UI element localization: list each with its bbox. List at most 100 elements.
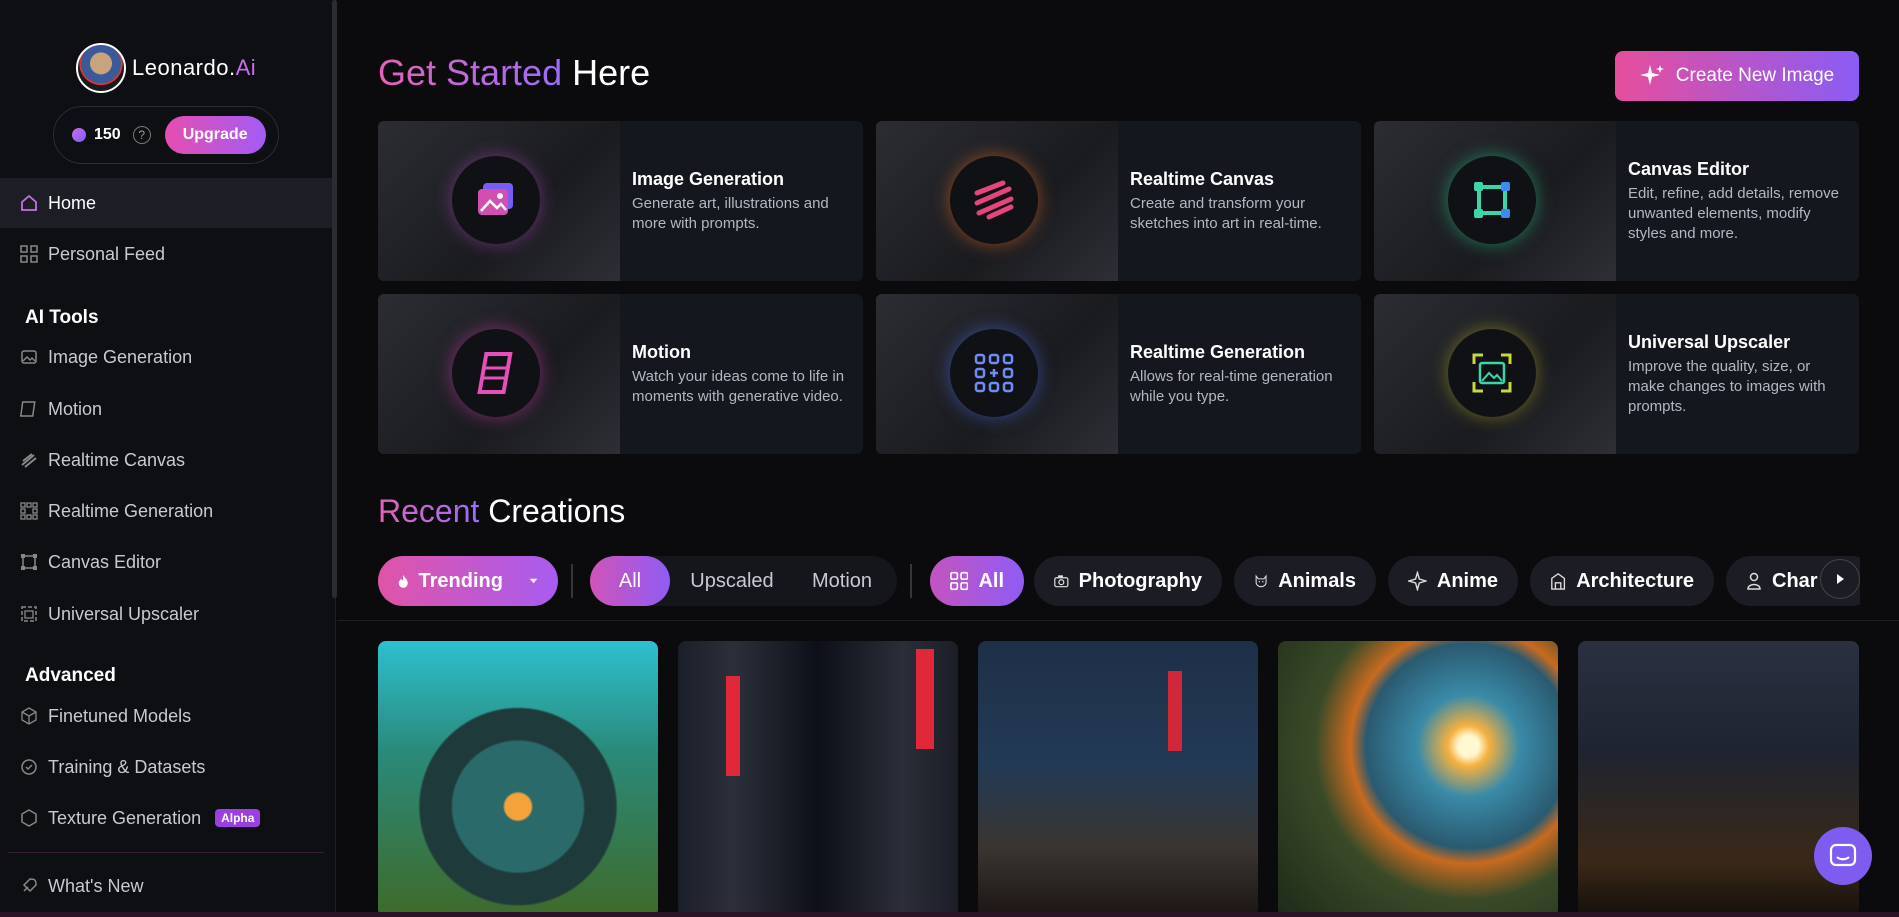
creation-image[interactable] <box>978 641 1258 917</box>
main-content: Get Started Here Create New Image Image … <box>337 0 1899 917</box>
category-anime[interactable]: Anime <box>1388 556 1518 606</box>
nav-label: Home <box>48 192 97 213</box>
token-icon <box>72 128 86 142</box>
cube-icon <box>21 707 37 725</box>
film-strip-icon <box>477 352 513 394</box>
canvas-frame-icon <box>1474 182 1510 218</box>
training-icon <box>21 759 37 775</box>
image-gallery-icon <box>478 183 513 215</box>
brand-avatar <box>76 43 126 93</box>
neon-sign <box>1168 671 1182 751</box>
create-button-label: Create New Image <box>1675 65 1835 86</box>
sort-label: Trending <box>418 569 503 592</box>
nav-finetuned-models[interactable]: Finetuned Models <box>0 691 332 741</box>
card-motion[interactable]: Motion Watch your ideas come to life in … <box>378 294 863 454</box>
card-description: Watch your ideas come to life in moments… <box>632 367 845 405</box>
category-all[interactable]: All <box>930 556 1024 606</box>
category-label: Photography <box>1078 569 1202 592</box>
category-label: Animals <box>1278 569 1356 592</box>
filter-bar: Trending All Upscaled Motion All Photogr… <box>378 556 1860 606</box>
star-sparkle-icon <box>1408 571 1427 591</box>
card-universal-upscaler[interactable]: Universal Upscaler Improve the quality, … <box>1374 294 1859 454</box>
create-new-image-button[interactable]: Create New Image <box>1615 51 1859 101</box>
card-canvas-editor[interactable]: Canvas Editor Edit, refine, add details,… <box>1374 121 1859 281</box>
brush-stroke-icon <box>974 180 1014 220</box>
chat-icon <box>1829 843 1857 867</box>
card-title: Universal Upscaler <box>1628 331 1791 352</box>
card-description: Generate art, illustrations and more wit… <box>632 194 829 232</box>
nav-training-datasets[interactable]: Training & Datasets <box>0 742 332 792</box>
brand-logo[interactable]: Leonardo.Ai <box>76 42 256 94</box>
nav-universal-upscaler[interactable]: Universal Upscaler <box>0 589 332 639</box>
nav-whats-new[interactable]: What's New <box>0 861 332 911</box>
type-filter-all[interactable]: All <box>590 556 670 606</box>
nav-label: Texture Generation <box>48 807 202 828</box>
type-filter-upscaled[interactable]: Upscaled <box>676 556 788 606</box>
creation-image[interactable] <box>378 641 658 917</box>
canvas-icon <box>21 554 37 570</box>
card-image-generation[interactable]: Image Generation Generate art, illustrat… <box>378 121 863 281</box>
category-animals[interactable]: Animals <box>1234 556 1376 606</box>
nav-label: Universal Upscaler <box>48 603 200 624</box>
type-segmented-control: All Upscaled Motion <box>590 556 897 606</box>
realtime-grid-icon <box>974 353 1014 393</box>
brand-name: Leonardo.Ai <box>132 55 257 80</box>
section-ai-tools: AI Tools <box>25 307 99 328</box>
dots-grid-icon <box>20 502 38 520</box>
home-icon <box>21 194 37 211</box>
film-icon <box>20 401 36 417</box>
alpha-badge: Alpha <box>215 809 261 827</box>
nav-texture-generation[interactable]: Texture Generation Alpha <box>0 793 332 843</box>
category-label: Architecture <box>1576 569 1694 592</box>
creation-image[interactable] <box>1578 641 1859 917</box>
scroll-right-button[interactable] <box>1820 559 1860 599</box>
rocket-icon <box>22 878 37 893</box>
creation-image[interactable] <box>678 641 958 917</box>
card-description: Create and transform your sketches into … <box>1130 194 1322 232</box>
card-icon-circle <box>452 329 540 417</box>
chevron-right-icon <box>1837 574 1844 584</box>
help-icon[interactable]: ? <box>132 126 151 144</box>
image-icon <box>21 350 37 364</box>
nav-personal-feed[interactable]: Personal Feed <box>0 229 332 279</box>
nav-label: Motion <box>48 398 103 419</box>
nav-realtime-generation[interactable]: Realtime Generation <box>0 486 332 536</box>
sort-dropdown[interactable]: Trending <box>378 556 558 606</box>
credits-box: 150 ? Upgrade <box>53 106 279 164</box>
person-icon <box>1747 572 1761 590</box>
card-title: Realtime Canvas <box>1130 168 1275 189</box>
card-icon-circle <box>1448 329 1536 417</box>
upgrade-button[interactable]: Upgrade <box>164 116 266 154</box>
nav-realtime-canvas[interactable]: Realtime Canvas <box>0 435 332 485</box>
brush-icon <box>21 453 37 468</box>
category-architecture[interactable]: Architecture <box>1530 556 1714 606</box>
type-filter-motion[interactable]: Motion <box>794 556 890 606</box>
card-title: Realtime Generation <box>1130 341 1306 362</box>
nav-image-generation[interactable]: Image Generation <box>0 332 332 382</box>
sidebar: Leonardo.Ai 150 ? Upgrade Home Personal … <box>0 0 336 917</box>
sparkle-icon <box>1639 65 1664 85</box>
card-description: Edit, refine, add details, remove unwant… <box>1628 184 1839 242</box>
card-realtime-canvas[interactable]: Realtime Canvas Create and transform you… <box>876 121 1361 281</box>
get-started-heading: Get Started Here <box>378 52 651 93</box>
nav-label: Training & Datasets <box>48 756 206 777</box>
category-photography[interactable]: Photography <box>1034 556 1222 606</box>
nav-label: Realtime Canvas <box>48 449 186 470</box>
card-title: Motion <box>632 341 691 362</box>
nav-canvas-editor[interactable]: Canvas Editor <box>0 537 332 587</box>
card-realtime-generation[interactable]: Realtime Generation Allows for real-time… <box>876 294 1361 454</box>
nav-label: Image Generation <box>48 346 193 367</box>
sidebar-divider <box>8 852 324 853</box>
grid-icon <box>950 571 969 591</box>
creation-image[interactable] <box>1278 641 1558 917</box>
nav-home[interactable]: Home <box>0 178 332 228</box>
nav-label: Finetuned Models <box>48 705 192 726</box>
chat-support-button[interactable] <box>1814 827 1872 885</box>
card-icon-circle <box>950 329 1038 417</box>
upscale-image-icon <box>1472 353 1512 393</box>
camera-icon <box>1054 575 1069 588</box>
nav-motion[interactable]: Motion <box>0 384 332 434</box>
cat-icon <box>1255 574 1267 588</box>
category-label: All <box>978 569 1004 592</box>
flame-icon <box>398 574 408 588</box>
